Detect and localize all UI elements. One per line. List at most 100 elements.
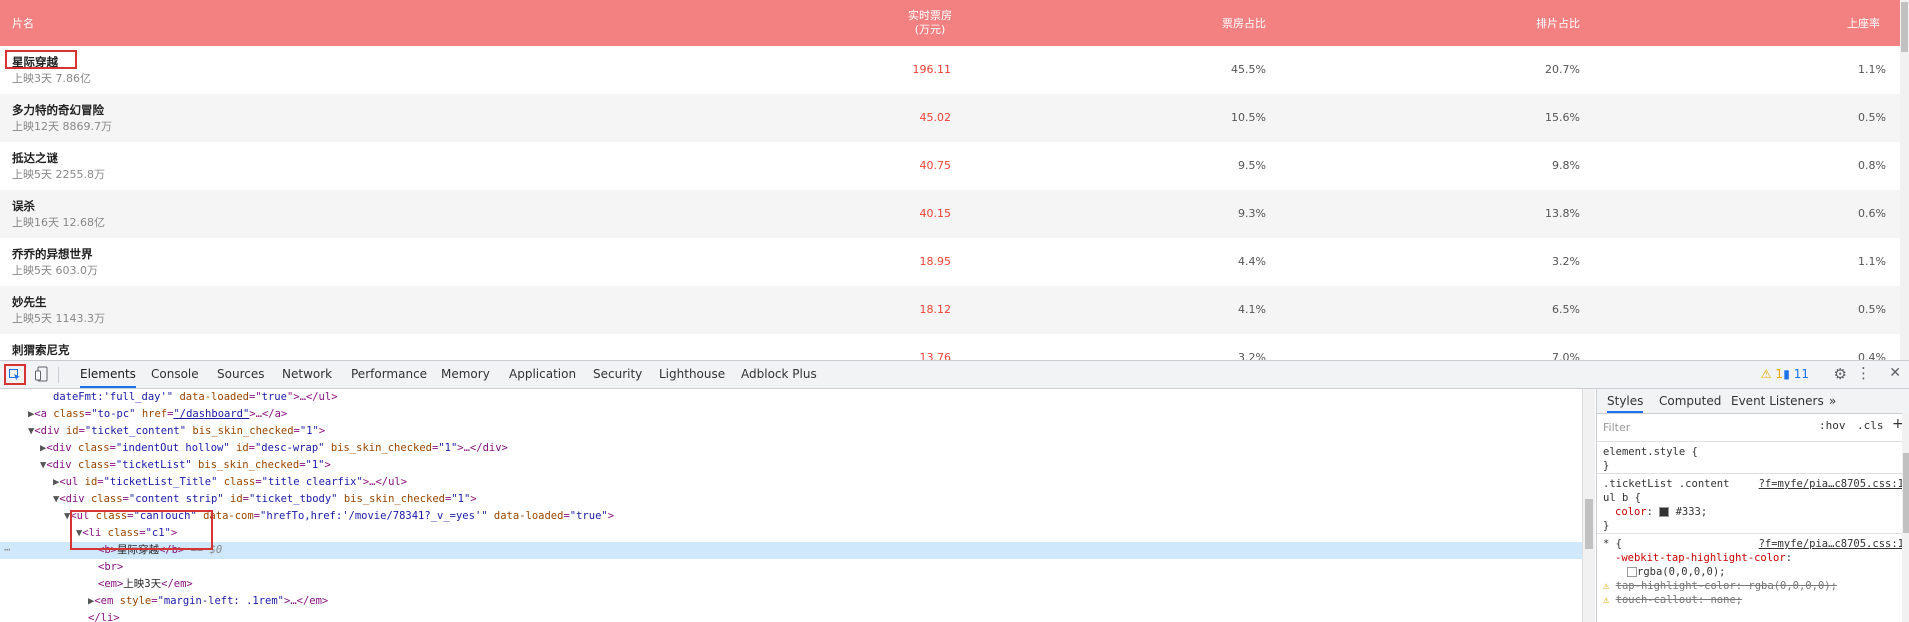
dom-attr-value: "1" <box>438 442 458 454</box>
hov-toggle[interactable]: :hov <box>1819 419 1846 432</box>
tab-computed[interactable]: Computed <box>1659 389 1721 413</box>
tab-performance[interactable]: Performance <box>351 361 427 388</box>
rule-declaration[interactable]: color: #333; <box>1603 505 1904 519</box>
tab-styles[interactable]: Styles <box>1607 389 1644 413</box>
tab-console[interactable]: Console <box>151 361 199 388</box>
settings-gear-icon[interactable]: ⚙ <box>1834 365 1847 383</box>
messages-counter[interactable]: ▮ 11 <box>1783 367 1809 381</box>
dom-text: 上映3天 <box>123 578 162 590</box>
dom-tag: <div <box>34 425 66 437</box>
tab-security[interactable]: Security <box>593 361 642 388</box>
header-box-office: 实时票房 (万元) <box>880 0 980 46</box>
styles-scrollbar-thumb[interactable] <box>1903 453 1909 533</box>
color-swatch-icon[interactable] <box>1627 567 1637 577</box>
page-scrollbar-thumb[interactable] <box>1901 2 1908 52</box>
table-row[interactable]: 误杀 上映16天 12.68亿 40.15 9.3% 13.8% 0.6% <box>0 190 1900 238</box>
dom-line[interactable]: ▼<div class="content strip" id="ticket_t… <box>0 491 1582 508</box>
dom-scrollbar[interactable] <box>1582 389 1595 622</box>
tab-memory[interactable]: Memory <box>441 361 490 388</box>
dom-attr-name: class <box>217 476 256 488</box>
rule-declaration[interactable]: -webkit-tap-highlight-color: <box>1603 551 1904 565</box>
device-toolbar-button[interactable] <box>35 366 49 382</box>
tab-event-listeners[interactable]: Event Listeners <box>1731 389 1824 413</box>
element-style-rule[interactable]: element.style { } <box>1597 441 1909 473</box>
warnings-counter[interactable]: ⚠ 1 <box>1761 367 1783 381</box>
dom-attr-value: "indentOut hollow" <box>115 442 230 454</box>
dom-tree: dateFmt:'full_day'" data-loaded="true">…… <box>0 389 1582 622</box>
dom-line-selected[interactable]: ⋯ <b>星际穿越</b> == $0 <box>0 542 1582 559</box>
dom-attr-value: "ticketList_Title" <box>103 476 218 488</box>
dom-attr-name: href <box>135 408 168 420</box>
box-value: 196.11 <box>912 63 952 76</box>
header-box-share: 票房占比 <box>1222 17 1266 30</box>
dom-line[interactable]: ▶<ul id="ticketList_Title" class="title … <box>0 474 1582 491</box>
dom-attr-name: id <box>84 476 98 488</box>
dom-line[interactable]: ▶<a class="to-pc" href="/dashboard">…</a… <box>0 406 1582 423</box>
dom-attr-name: id <box>65 425 79 437</box>
movie-name: 刺猬索尼克 <box>12 343 70 357</box>
movie-name: 乔乔的异想世界 <box>12 247 93 261</box>
box-share: 4.1% <box>1238 303 1266 316</box>
dom-line[interactable]: ▼<div class="ticketList" bis_skin_checke… <box>0 457 1582 474</box>
color-swatch-icon[interactable] <box>1659 507 1670 517</box>
table-row[interactable]: 刺猬索尼克 13.76 3.2% 7.0% 0.4% <box>0 334 1900 360</box>
dom-punct: =" <box>248 391 262 403</box>
schedule-share: 9.8% <box>1552 159 1580 172</box>
table-row[interactable]: 妙先生 上映5天 1143.3万 18.12 4.1% 6.5% 0.5% <box>0 286 1900 334</box>
dom-link[interactable]: "/dashboard" <box>173 408 249 420</box>
table-row[interactable]: 星际穿越 上映3天 7.86亿 196.11 45.5% 20.7% 1.1% <box>0 46 1900 94</box>
table-row[interactable]: 多力特的奇幻冒险 上映12天 8869.7万 45.02 10.5% 15.6%… <box>0 94 1900 142</box>
tab-application[interactable]: Application <box>509 361 576 388</box>
dom-line[interactable]: <em>上映3天</em> <box>0 576 1582 593</box>
table-row[interactable]: 乔乔的异想世界 上映5天 603.0万 18.95 4.4% 3.2% 1.1% <box>0 238 1900 286</box>
tab-elements[interactable]: Elements <box>80 361 136 388</box>
header-title: 片名 <box>12 17 34 30</box>
dom-attr-name: id <box>229 442 249 454</box>
rule-declaration-invalid[interactable]: ⚠ tap-highlight-color: rgba(0,0,0,0); <box>1603 579 1904 593</box>
dom-line[interactable]: ▼<li class="c1"> <box>0 525 1582 542</box>
dom-attr-value: "ticketList" <box>115 459 192 471</box>
dom-line[interactable]: dateFmt:'full_day'" data-loaded="true">…… <box>0 389 1582 406</box>
inspect-element-button[interactable] <box>4 364 26 385</box>
dom-attr-name: bis_skin_checked <box>191 459 300 471</box>
rule-declaration-invalid[interactable]: ⚠ touch-callout: none; <box>1603 593 1904 607</box>
dom-line[interactable]: </li> <box>0 610 1582 622</box>
box-value: 40.75 <box>919 159 952 172</box>
tab-sources[interactable]: Sources <box>217 361 264 388</box>
dom-scrollbar-thumb[interactable] <box>1585 499 1593 549</box>
dom-attr-name: id <box>223 493 243 505</box>
table-row[interactable]: 抵达之谜 上映5天 2255.8万 40.75 9.5% 9.8% 0.8% <box>0 142 1900 190</box>
dom-attr-name: class <box>77 442 110 454</box>
tab-adblock-plus[interactable]: Adblock Plus <box>741 361 817 388</box>
styles-scrollbar[interactable] <box>1902 413 1909 622</box>
more-options-icon[interactable]: ⋮ <box>1856 364 1871 382</box>
page-scrollbar[interactable] <box>1900 0 1909 360</box>
more-dots-icon[interactable]: ⋯ <box>4 542 10 559</box>
rule-source-link[interactable]: ?f=myfe/pia…c8705.css:1 <box>1759 537 1904 551</box>
rule-source-link[interactable]: ?f=myfe/pia…c8705.css:1 <box>1759 477 1904 491</box>
more-tabs-icon[interactable]: » <box>1829 389 1836 413</box>
dom-attr-name: bis_skin_checked <box>324 442 432 454</box>
rule-selector-cont: ul b { <box>1603 492 1641 504</box>
dom-line[interactable]: <br> <box>0 559 1582 576</box>
header-seat-rate: 上座率 <box>1847 17 1880 30</box>
schedule-share: 15.6% <box>1545 111 1580 124</box>
dom-attr-value: "to-pc" <box>91 408 136 420</box>
css-rule[interactable]: ?f=myfe/pia…c8705.css:1 .ticketList .con… <box>1597 473 1909 533</box>
cls-toggle[interactable]: .cls <box>1857 419 1884 432</box>
css-rule[interactable]: ?f=myfe/pia…c8705.css:1 * { -webkit-tap-… <box>1597 533 1909 622</box>
tab-network[interactable]: Network <box>282 361 332 388</box>
styles-filter-input[interactable]: Filter <box>1601 419 1803 436</box>
dom-line[interactable]: ▶<em style="margin-left: .1rem">…</em> <box>0 593 1582 610</box>
box-share: 3.2% <box>1238 351 1266 360</box>
dom-attr-value: dateFmt:'full_day'" <box>53 391 180 403</box>
dom-line[interactable]: ▼<div id="ticket_content" bis_skin_check… <box>0 423 1582 440</box>
rule-brace: } <box>1603 520 1610 532</box>
page-content: 片名 实时票房 (万元) 票房占比 排片占比 上座率 星际穿越 上映3天 7.8… <box>0 0 1909 360</box>
tab-lighthouse[interactable]: Lighthouse <box>659 361 725 388</box>
dom-attr-value: "1" <box>299 425 319 437</box>
dom-line[interactable]: ▶<div class="indentOut hollow" id="desc-… <box>0 440 1582 457</box>
dom-line[interactable]: ▼<ul class="canTouch" data-com="hrefTo,h… <box>0 508 1582 525</box>
close-icon[interactable]: ✕ <box>1889 365 1901 381</box>
dom-attr-value: "hrefTo,href:'/movie/78341?_v_=yes'" <box>260 510 488 522</box>
